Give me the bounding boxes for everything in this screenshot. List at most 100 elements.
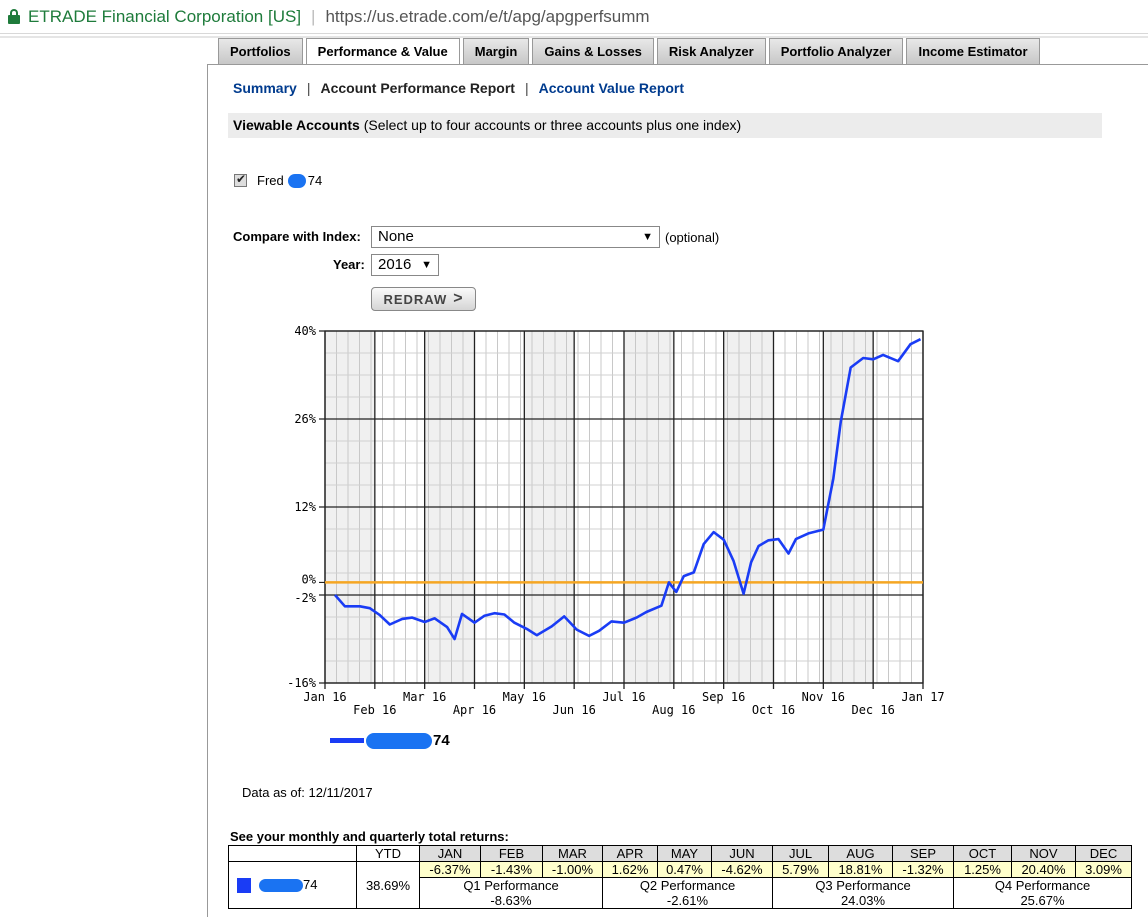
quarter-performance: Q2 Performance -2.61%	[602, 877, 773, 909]
x-tick-label: Apr 16	[453, 703, 496, 717]
redacted-account-number	[287, 173, 306, 188]
year-value: 2016	[378, 256, 412, 273]
tab-portfolios[interactable]: Portfolios	[218, 38, 303, 64]
tab-gains-losses[interactable]: Gains & Losses	[532, 38, 654, 64]
monthly-return: -1.00%	[542, 861, 603, 878]
legend-swatch	[330, 738, 364, 743]
month-header: FEB	[480, 845, 543, 862]
month-header: JUL	[772, 845, 829, 862]
monthly-return: 3.09%	[1075, 861, 1132, 878]
account-value-report-link[interactable]: Account Value Report	[539, 80, 684, 96]
y-tick-label: 12%	[294, 500, 316, 514]
header-blank	[228, 845, 357, 862]
monthly-return: 1.62%	[602, 861, 658, 878]
site-identity: ETRADE Financial Corporation [US]	[28, 6, 302, 26]
legend-suffix: 74	[433, 732, 450, 749]
address-separator: |	[311, 6, 316, 26]
quarter-label: Q4 Performance	[994, 878, 1091, 893]
redraw-button[interactable]: REDRAW >	[371, 287, 476, 311]
quarter-performance: Q4 Performance 25.67%	[953, 877, 1132, 909]
compare-index-label: Compare with Index:	[233, 229, 361, 244]
quarter-value: -2.61%	[666, 893, 709, 908]
tab-performance-value[interactable]: Performance & Value	[305, 38, 460, 65]
current-report-label: Account Performance Report	[320, 80, 515, 96]
monthly-return: -4.62%	[711, 861, 773, 878]
viewable-accounts-header: Viewable Accounts (Select up to four acc…	[228, 113, 1102, 138]
tab-portfolio-analyzer[interactable]: Portfolio Analyzer	[768, 38, 904, 64]
y-tick-label: 26%	[294, 412, 316, 426]
monthly-return: -1.32%	[892, 861, 954, 878]
y-tick-label: 40%	[294, 324, 316, 338]
monthly-return: 20.40%	[1011, 861, 1076, 878]
x-tick-label: Jan 17	[901, 690, 944, 704]
redraw-label: REDRAW	[383, 291, 448, 307]
monthly-values-row: 74 38.69% -6.37% -1.43% -1.00% 1.62% 0.47% -4…	[228, 861, 1132, 909]
quarter-value: 25.67%	[1020, 893, 1065, 908]
lock-icon	[8, 8, 20, 25]
series-color-swatch	[237, 878, 251, 894]
dropdown-arrow-icon: ▼	[421, 259, 432, 271]
returns-account-suffix: 74	[303, 876, 318, 892]
subnav-separator: |	[306, 80, 311, 96]
x-tick-label: Jan 16	[303, 690, 346, 704]
tab-risk-analyzer[interactable]: Risk Analyzer	[656, 38, 766, 64]
x-tick-label: Feb 16	[353, 703, 396, 717]
month-header: MAY	[657, 845, 712, 862]
monthly-return: -1.43%	[480, 861, 543, 878]
month-header: JUN	[711, 845, 773, 862]
year-select[interactable]: 2016 ▼	[371, 254, 439, 276]
summary-link[interactable]: Summary	[233, 80, 297, 96]
subnav-separator: |	[524, 80, 529, 96]
tab-baseline	[208, 64, 1148, 65]
returns-account-cell: 74	[228, 861, 357, 909]
y-tick-label: -2%	[294, 591, 316, 605]
url-text[interactable]: https://us.etrade.com/e/t/apg/apgperfsum…	[325, 7, 649, 27]
quarter-label: Q2 Performance	[639, 878, 736, 893]
returns-title: See your monthly and quarterly total ret…	[230, 829, 509, 844]
x-tick-label: Sep 16	[702, 690, 745, 704]
quarter-value: -8.63%	[490, 893, 532, 908]
ytd-header: YTD	[356, 845, 420, 862]
chevron-right-icon: >	[453, 290, 464, 307]
x-tick-label: Mar 16	[403, 690, 446, 704]
quarter-performance: Q1 Performance -8.63%	[419, 877, 603, 909]
compare-index-select[interactable]: None ▼	[371, 226, 660, 248]
y-tick-label: -16%	[287, 676, 317, 690]
returns-header-row: YTD JAN FEB MAR APR MAY JUN JUL AUG SEP OCT NOV DEC	[228, 845, 1132, 862]
compare-index-value: None	[378, 228, 414, 245]
month-header: DEC	[1075, 845, 1132, 862]
account-row: Fred 74	[234, 172, 322, 188]
tab-margin[interactable]: Margin	[462, 38, 530, 64]
quarter-performance: Q3 Performance 24.03%	[772, 877, 954, 909]
monthly-return: 18.81%	[828, 861, 893, 878]
sub-navigation: Summary | Account Performance Report | A…	[233, 80, 684, 96]
monthly-return: 1.25%	[953, 861, 1012, 878]
x-tick-label: Jul 16	[602, 690, 645, 704]
redacted-account-name	[259, 879, 303, 893]
month-header: MAR	[542, 845, 603, 862]
chart-legend: 74	[330, 732, 450, 749]
quarter-label: Q3 Performance	[815, 878, 911, 893]
account-name: Fred	[257, 173, 284, 188]
x-tick-label: Dec 16	[851, 703, 894, 717]
main-tabs: Portfolios Performance & Value Margin Gains…	[218, 38, 1043, 65]
x-tick-label: Nov 16	[802, 690, 845, 704]
month-header: NOV	[1011, 845, 1076, 862]
x-tick-label: Aug 16	[652, 703, 695, 717]
month-header: APR	[602, 845, 658, 862]
tab-income-estimator[interactable]: Income Estimator	[906, 38, 1040, 64]
viewable-accounts-hint: (Select up to four accounts or three acc…	[363, 117, 742, 133]
month-header: SEP	[892, 845, 954, 862]
monthly-return: 5.79%	[772, 861, 829, 878]
month-header: OCT	[953, 845, 1012, 862]
monthly-return: 0.47%	[657, 861, 712, 878]
returns-table: YTD JAN FEB MAR APR MAY JUN JUL AUG SEP OCT NOV DEC…	[228, 845, 1132, 909]
account-checkbox[interactable]	[234, 172, 247, 187]
x-tick-label: Jun 16	[552, 703, 595, 717]
performance-chart: 40% 26% 12% 0% -2% -16%Jan 16 Mar 16 May 16 Jul …	[287, 324, 945, 717]
x-tick-label: May 16	[503, 690, 546, 704]
ytd-value: 38.69%	[356, 861, 420, 909]
year-label: Year:	[333, 257, 365, 272]
quarter-value: 24.03%	[840, 893, 886, 908]
address-bar[interactable]: ETRADE Financial Corporation [US] | http…	[0, 0, 1148, 34]
